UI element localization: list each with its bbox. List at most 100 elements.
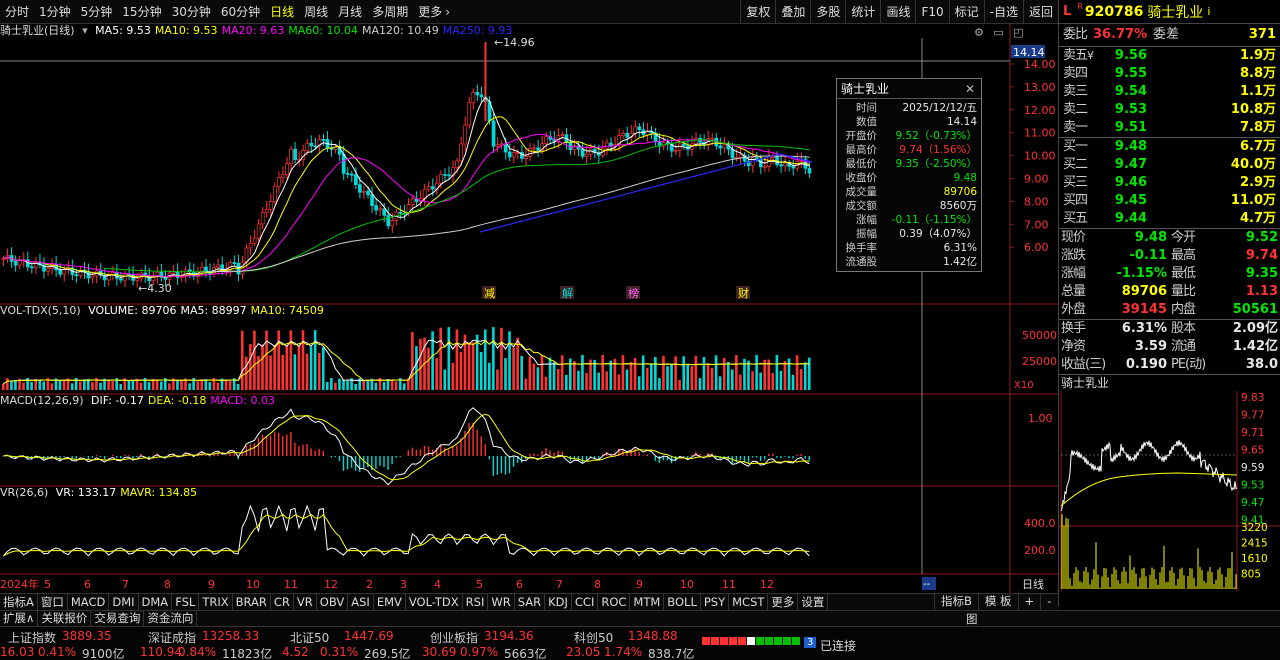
- tooltip-key: 振幅: [856, 228, 877, 240]
- candle-body: [309, 142, 314, 147]
- period-tab[interactable]: 周线: [299, 0, 333, 24]
- indicator-right-tab[interactable]: -: [1040, 593, 1057, 610]
- period-tab[interactable]: 5分钟: [76, 0, 118, 24]
- breadth-segment: [738, 637, 746, 645]
- index-name[interactable]: 创业板指: [430, 629, 478, 646]
- index-name[interactable]: 北证50: [290, 629, 329, 646]
- toolbar-button[interactable]: -自选: [983, 0, 1023, 24]
- toolbar-button[interactable]: 返回: [1022, 0, 1058, 24]
- volume-bar: [147, 382, 151, 390]
- indicator-tab[interactable]: 更多: [768, 594, 799, 610]
- toolbar-button[interactable]: 叠加: [775, 0, 810, 24]
- volume-bar: [196, 381, 199, 390]
- indicator-tab[interactable]: KDJ: [545, 594, 572, 610]
- bottom-tab[interactable]: 关联报价: [38, 611, 92, 626]
- indicator-tab[interactable]: MCST: [729, 594, 769, 610]
- expand-icon[interactable]: ◰: [1013, 26, 1023, 39]
- period-tab[interactable]: 日线: [265, 0, 299, 24]
- indicator-tab[interactable]: ROC: [598, 594, 631, 610]
- indicator-tab[interactable]: 指标A: [0, 594, 38, 610]
- index-amount: 5663亿: [504, 647, 547, 660]
- period-tab[interactable]: 更多: [413, 0, 447, 24]
- order-row[interactable]: 卖四 9.55 8.8万: [1059, 65, 1280, 83]
- period-tab[interactable]: 60分钟: [216, 0, 265, 24]
- volume-bar: [200, 379, 204, 390]
- volume-bar: [581, 355, 584, 390]
- order-row[interactable]: 买五 9.44 4.7万: [1059, 210, 1280, 228]
- toolbar-button[interactable]: F10: [915, 0, 948, 24]
- order-volume: 11.0万: [1230, 193, 1276, 208]
- toolbar-button[interactable]: 画线: [880, 0, 915, 24]
- indicator-tab[interactable]: DMA: [139, 594, 173, 610]
- indicator-tab[interactable]: DMI: [109, 594, 139, 610]
- indicator-tab[interactable]: WR: [488, 594, 515, 610]
- indicator-tab[interactable]: SAR: [515, 594, 546, 610]
- order-row[interactable]: 买三 9.46 2.9万: [1059, 174, 1280, 192]
- more-chevron-icon[interactable]: ›: [445, 5, 450, 19]
- period-tab[interactable]: 月线: [333, 0, 367, 24]
- indicator-tab[interactable]: PSY: [701, 594, 730, 610]
- order-row[interactable]: 买二 9.47 40.0万: [1059, 156, 1280, 174]
- indicator-tab[interactable]: VR: [294, 594, 317, 610]
- period-tab[interactable]: 多周期: [367, 0, 413, 24]
- indicator-right-tab[interactable]: 指标B: [934, 593, 978, 610]
- candle-body: [374, 205, 378, 211]
- toolbar-button[interactable]: 标记: [948, 0, 984, 24]
- date-axis-label: 5: [44, 578, 51, 591]
- period-tab[interactable]: 分时: [0, 0, 34, 24]
- collapse-icon[interactable]: ▭: [993, 26, 1003, 39]
- order-row[interactable]: 买一 9.48 6.7万: [1059, 138, 1280, 156]
- period-tab[interactable]: 15分钟: [117, 0, 166, 24]
- connection-status[interactable]: 已连接: [820, 637, 856, 654]
- info-icon[interactable]: i: [1207, 5, 1210, 18]
- bottom-tab[interactable]: 资金流向: [144, 611, 198, 626]
- indicator-tab[interactable]: RSI: [463, 594, 489, 610]
- close-icon[interactable]: ✕: [965, 79, 975, 99]
- period-tab[interactable]: 30分钟: [167, 0, 216, 24]
- index-name[interactable]: 科创50: [574, 629, 613, 646]
- order-row[interactable]: 卖三 9.54 1.1万: [1059, 83, 1280, 101]
- indicator-tab[interactable]: CCI: [572, 594, 599, 610]
- indicator-tab[interactable]: MTM: [630, 594, 665, 610]
- toolbar-button[interactable]: 多股: [810, 0, 845, 24]
- indicator-tab[interactable]: CR: [271, 594, 294, 610]
- candle-body: [605, 142, 609, 149]
- stat-label: 内盘: [1171, 302, 1196, 317]
- indicator-tab[interactable]: BOLL: [664, 594, 701, 610]
- indicator-tab[interactable]: TRIX: [199, 594, 233, 610]
- indicator-tab[interactable]: EMV: [374, 594, 406, 610]
- indicator-tab[interactable]: 设置: [798, 594, 829, 610]
- toolbar-button[interactable]: 统计: [845, 0, 880, 24]
- indicator-tab[interactable]: FSL: [172, 594, 200, 610]
- bottom-right-tab[interactable]: 图: [966, 611, 978, 627]
- indicator-tab[interactable]: BRAR: [233, 594, 271, 610]
- volume-bar: [747, 360, 750, 390]
- order-row[interactable]: 卖二 9.53 10.8万: [1059, 101, 1280, 119]
- index-name[interactable]: 深证成指: [148, 629, 196, 646]
- dropdown-icon[interactable]: ▾: [82, 24, 88, 37]
- indicator-tab[interactable]: ASI: [348, 594, 374, 610]
- intraday-mini-chart[interactable]: 9.839.779.719.659.599.539.479.4132202415…: [1059, 391, 1280, 593]
- volume-bar: [342, 379, 345, 390]
- index-name[interactable]: 上证指数: [8, 629, 56, 646]
- indicator-right-tab[interactable]: +: [1017, 593, 1041, 610]
- vr-panel-title: VR(26,6) VR: 133.17 MAVR: 134.85: [0, 486, 205, 500]
- order-row[interactable]: 卖一 9.51 7.8万: [1059, 119, 1280, 137]
- tooltip-key: 最低价: [845, 158, 878, 170]
- indicator-tab[interactable]: OBV: [317, 594, 349, 610]
- bottom-tab[interactable]: 扩展∧: [0, 611, 39, 626]
- indicator-tab[interactable]: 窗口: [38, 594, 68, 610]
- indicator-tab[interactable]: VOL-TDX: [406, 594, 463, 610]
- period-tab[interactable]: 1分钟: [34, 0, 76, 24]
- order-row[interactable]: 买四 9.45 11.0万: [1059, 192, 1280, 210]
- toolbar-button[interactable]: 复权: [740, 0, 775, 24]
- order-row[interactable]: 卖五¥ 9.56 1.9万: [1059, 47, 1280, 65]
- candle-body: [281, 174, 285, 179]
- bottom-tab[interactable]: 交易查询: [91, 611, 145, 626]
- indicator-right-tab[interactable]: 模 板: [977, 593, 1018, 610]
- indicator-tab[interactable]: MACD: [68, 594, 110, 610]
- tooltip-key: 收盘价: [845, 172, 878, 184]
- stat-value: 89706: [1121, 284, 1167, 299]
- candle-body: [256, 223, 261, 239]
- settings-gear-icon[interactable]: ⚙: [974, 26, 984, 39]
